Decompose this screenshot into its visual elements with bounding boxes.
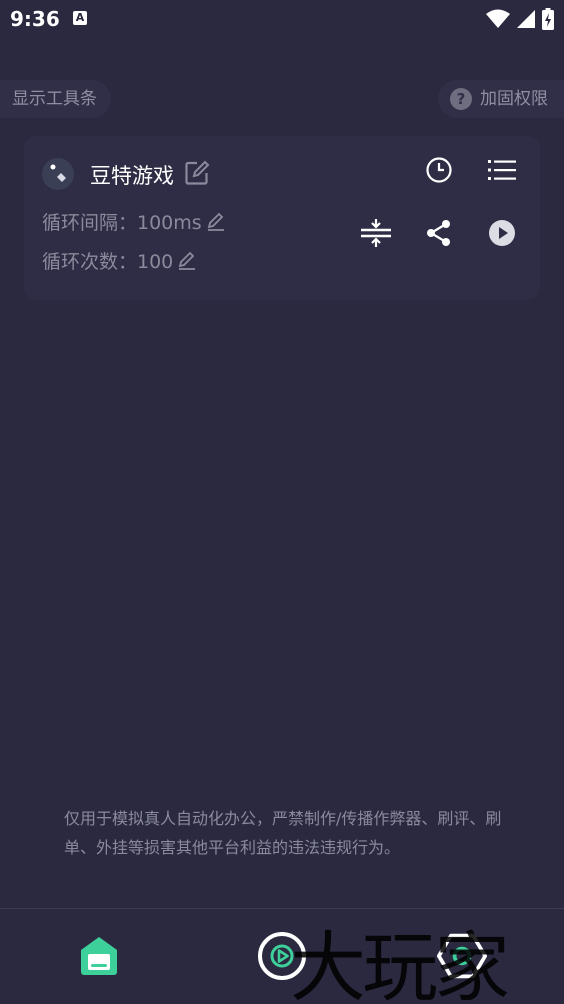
share-icon xyxy=(427,220,450,246)
edit-title-icon[interactable] xyxy=(184,160,210,190)
hexagon-settings-icon xyxy=(437,933,487,979)
status-time: 9:36 xyxy=(10,7,60,31)
edit-count-icon[interactable] xyxy=(177,251,197,271)
list-button[interactable] xyxy=(486,154,518,186)
nav-settings[interactable] xyxy=(437,931,487,981)
schedule-button[interactable] xyxy=(423,154,455,186)
share-button[interactable] xyxy=(423,217,455,249)
play-ring-icon xyxy=(258,932,306,980)
reinforce-permission-button[interactable]: ? 加固权限 xyxy=(438,80,564,118)
loop-interval-row[interactable]: 循环间隔：100ms xyxy=(42,208,226,235)
edit-interval-icon[interactable] xyxy=(206,212,226,232)
loop-interval-text: 循环间隔：100ms xyxy=(42,212,202,234)
status-icons xyxy=(486,8,554,30)
adjust-spacing-button[interactable] xyxy=(360,217,392,249)
status-bar: 9:36 A xyxy=(0,0,564,38)
wifi-icon xyxy=(486,9,510,28)
loop-count-text: 循环次数：100 xyxy=(42,251,174,273)
script-card[interactable]: 豆特游戏 循环间隔：100ms 循环次数：100 xyxy=(24,136,540,300)
run-script-button[interactable] xyxy=(486,217,518,249)
list-icon xyxy=(488,160,516,180)
reinforce-permission-label: 加固权限 xyxy=(480,89,548,109)
bottom-navigation xyxy=(0,908,564,1004)
loop-count-row[interactable]: 循环次数：100 xyxy=(42,247,197,274)
disclaimer-text: 仅用于模拟真人自动化办公，严禁制作/传播作弊器、刷评、刷单、外挂等损害其他平台利… xyxy=(64,809,502,857)
script-avatar xyxy=(42,158,74,190)
nav-run[interactable] xyxy=(257,931,307,981)
signal-icon xyxy=(517,10,535,28)
script-title: 豆特游戏 xyxy=(90,164,174,188)
show-toolbar-button[interactable]: 显示工具条 xyxy=(0,80,111,118)
play-circle-icon xyxy=(489,220,515,246)
notification-a-icon: A xyxy=(73,11,87,25)
show-toolbar-label: 显示工具条 xyxy=(12,89,97,109)
battery-icon xyxy=(542,8,554,30)
tap-hand-icon xyxy=(50,164,66,182)
clock-icon xyxy=(426,157,452,183)
help-icon: ? xyxy=(450,88,472,110)
vertical-split-icon xyxy=(361,219,391,247)
home-icon xyxy=(81,937,117,975)
nav-home[interactable] xyxy=(74,931,124,981)
app-screen: 9:36 A 显示工具条 ? 加固权限 豆特游戏 循环间隔：100ms 循环次数… xyxy=(0,0,564,1004)
